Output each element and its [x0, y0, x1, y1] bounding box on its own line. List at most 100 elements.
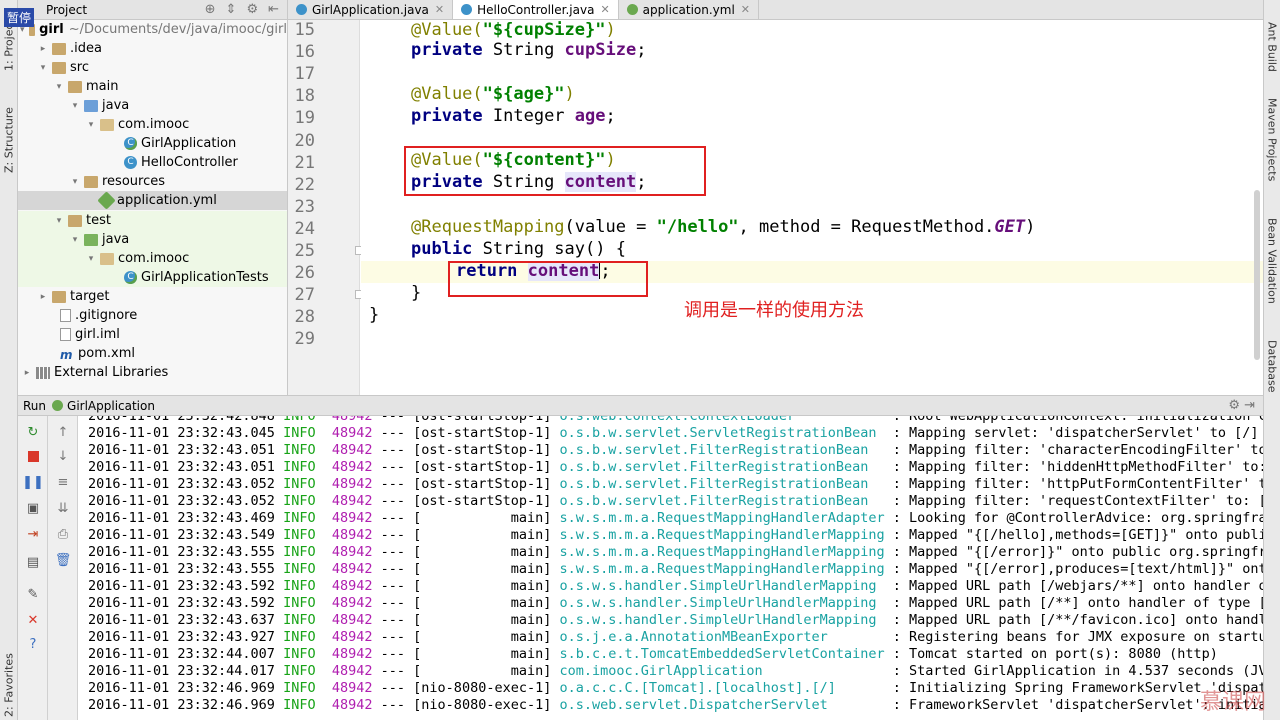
tree-item[interactable]: C GirlApplicationTests [18, 268, 287, 287]
close-icon[interactable]: ✕ [741, 3, 750, 16]
run-config-label: GirlApplication [67, 398, 155, 413]
tab-application-yml[interactable]: application.yml ✕ [619, 0, 760, 19]
log-ts: 2016-11-01 23:32:43.927 [88, 629, 275, 645]
tree-item[interactable]: ▾ resources [18, 172, 287, 191]
maven-projects-tool-tab[interactable]: Maven Projects [1264, 98, 1280, 198]
log-msg: : Tomcat started on port(s): 8080 (http) [892, 646, 1218, 662]
run-console[interactable]: 2016-11-01 23:32:42.848 INFO 48942 --- [… [78, 416, 1263, 720]
tab-label: HelloController.java [477, 2, 595, 17]
log-line: 2016-11-01 23:32:43.045 INFO 48942 --- [… [88, 425, 1258, 442]
hide-panel-icon[interactable]: ⇤ [268, 2, 279, 17]
folder-icon [52, 61, 66, 74]
run-toolbar-primary: ↻ ❚❚ ▣ ⇥ ▤ ✎ ✕ ? [18, 416, 48, 720]
project-panel-title[interactable]: Project [46, 3, 87, 17]
favorites-tool-tab[interactable]: 2: Favorites [0, 650, 18, 720]
tree-item[interactable]: ▾ com.imooc [18, 249, 287, 268]
scroll-down-icon[interactable]: ↓ [55, 448, 71, 464]
tree-item[interactable]: ▾ main [18, 77, 287, 96]
line-number: 26 [294, 263, 315, 284]
stop-icon[interactable] [25, 448, 41, 464]
log-thread: [ost-startStop-1] [413, 493, 552, 509]
log-sep: --- [380, 629, 406, 645]
tree-item-label: com.imooc [118, 117, 190, 132]
tree-item[interactable]: ▸ .idea [18, 39, 287, 58]
restore-layout-icon[interactable]: ▤ [25, 554, 41, 570]
close-icon[interactable]: ✕ [600, 3, 609, 16]
tree-item[interactable]: .gitignore [18, 306, 287, 325]
tree-item[interactable]: ▸ target [18, 287, 287, 306]
tree-item[interactable]: ▾ girl ~/Documents/dev/java/imooc/girl [18, 20, 287, 39]
tree-item[interactable]: C GirlApplication [18, 134, 287, 153]
run-panel-settings-icon[interactable]: ⚙ ⇥ [1228, 398, 1255, 413]
expand-arrow-icon[interactable]: ▸ [38, 44, 48, 54]
pause-icon[interactable]: ❚❚ [22, 474, 44, 490]
expand-arrow-icon[interactable]: ▾ [54, 82, 64, 92]
log-msg: : Mapped "{[/error]}" onto public org.sp… [892, 544, 1263, 560]
expand-arrow-icon[interactable]: ▾ [70, 177, 80, 187]
expand-arrow-icon[interactable]: ▾ [70, 101, 80, 111]
scroll-from-source-icon[interactable]: ⊕ [205, 2, 216, 17]
ant-build-tool-tab[interactable]: Ant Build [1264, 22, 1280, 82]
log-lvl: INFO [283, 476, 316, 492]
close-run-icon[interactable]: ✕ [25, 612, 41, 628]
soft-wrap-icon[interactable]: ≡ [55, 474, 71, 490]
expand-arrow-icon[interactable]: ▾ [70, 235, 80, 245]
tab-hello-controller[interactable]: HelloController.java ✕ [453, 0, 619, 19]
tree-item[interactable]: application.yml [18, 191, 287, 210]
line-number: 18 [294, 86, 315, 107]
tree-item[interactable]: ▸ External Libraries [18, 363, 287, 382]
bean-validation-tool-tab[interactable]: Bean Validation [1264, 218, 1280, 323]
clear-all-icon[interactable]: 🗑 [55, 552, 72, 568]
scroll-up-icon[interactable]: ↑ [55, 424, 71, 440]
log-logger: o.s.b.w.servlet.ServletRegistrationBean [559, 425, 877, 441]
expand-arrow-icon[interactable]: ▾ [38, 63, 48, 73]
collapse-all-icon[interactable]: ⇕ [226, 2, 237, 17]
dump-threads-icon[interactable]: ▣ [25, 500, 41, 516]
log-line: 2016-11-01 23:32:46.969 INFO 48942 --- [… [88, 680, 1263, 697]
expand-arrow-icon[interactable]: ▾ [54, 216, 64, 226]
log-line: 2016-11-01 23:32:43.592 INFO 48942 --- [… [88, 595, 1263, 612]
log-msg: : Mapped URL path [/webjars/**] onto han… [892, 578, 1263, 594]
log-logger: o.s.w.s.handler.SimpleUrlHandlerMapping [559, 595, 877, 611]
tab-girl-application[interactable]: GirlApplication.java ✕ [288, 0, 454, 19]
tree-item[interactable]: ▾ src [18, 58, 287, 77]
tree-item[interactable]: m pom.xml [18, 344, 287, 363]
rerun-icon[interactable]: ↻ [25, 424, 41, 440]
help-icon[interactable]: ? [25, 636, 41, 652]
log-logger: o.s.b.w.servlet.FilterRegistrationBean [559, 442, 869, 458]
expand-arrow-icon[interactable]: ▾ [86, 120, 96, 130]
log-msg: : Mapped "{[/hello],methods=[GET]}" onto… [892, 527, 1263, 543]
line-number: 25 [294, 241, 315, 261]
expand-arrow-icon[interactable]: ▸ [22, 368, 32, 378]
tree-item[interactable]: girl.iml [18, 325, 287, 344]
tree-item[interactable]: C HelloController [18, 153, 287, 172]
close-icon[interactable]: ✕ [435, 3, 444, 16]
code-line-18: @Value("${age}") [411, 84, 575, 104]
tree-item[interactable]: ▾ com.imooc [18, 115, 287, 134]
run-panel-title: Run [23, 398, 47, 413]
log-logger: o.a.c.c.C.[Tomcat].[localhost].[/] [559, 680, 836, 696]
expand-arrow-icon[interactable]: ▾ [86, 254, 96, 264]
log-logger: s.w.s.m.m.a.RequestMappingHandlerMapping [559, 561, 885, 577]
editor-scrollbar[interactable] [1254, 190, 1260, 360]
line-number: 29 [294, 329, 315, 350]
tree-item[interactable]: ▾ java [18, 230, 287, 249]
scroll-to-end-icon[interactable]: ⇊ [55, 500, 71, 516]
exit-icon[interactable]: ⇥ [25, 526, 41, 542]
print-icon[interactable]: ⎙ [55, 526, 71, 542]
line-number: 15 [294, 20, 315, 40]
structure-tool-tab[interactable]: Z: Structure [0, 95, 18, 185]
log-thread: [ost-startStop-1] [413, 416, 552, 424]
expand-arrow-icon[interactable]: ▸ [38, 292, 48, 302]
pin-icon[interactable]: ✎ [25, 586, 41, 602]
log-lvl: INFO [283, 561, 316, 577]
settings-gear-icon[interactable]: ⚙ [246, 2, 258, 17]
spring-boot-icon [52, 400, 64, 411]
log-sep: --- [380, 595, 406, 611]
tree-item[interactable]: ▾ java [18, 96, 287, 115]
bean-validation-label: Bean Validation [1265, 218, 1279, 304]
run-config-tab[interactable]: GirlApplication [52, 399, 155, 413]
tree-item[interactable]: ▾ test [18, 211, 287, 230]
database-label: Database [1265, 340, 1279, 393]
code-editor[interactable]: @Value("${cupSize}") private String cupS… [361, 20, 1263, 395]
